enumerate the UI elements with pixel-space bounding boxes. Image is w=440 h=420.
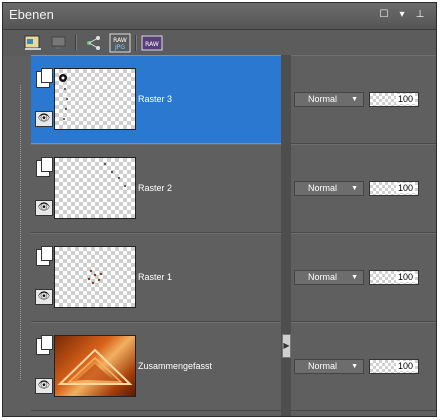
layer-props-raster-3: Normal ▼ 100 bbox=[291, 55, 436, 144]
layer-list: 👁 Raster 3 👁 Raster 2 👁 Raster 1 👁 Zusam… bbox=[3, 55, 436, 416]
svg-text:RAW: RAW bbox=[113, 37, 127, 44]
dropdown-arrow-icon: ▼ bbox=[351, 274, 358, 281]
layer-name: Raster 1 bbox=[138, 272, 173, 282]
raw-icon[interactable]: RAW bbox=[141, 33, 163, 53]
panel-title: Ebenen bbox=[9, 7, 54, 22]
splitter-collapse-arrow-icon[interactable]: ▶ bbox=[282, 334, 291, 358]
layer-props-raster-1: Normal ▼ 100 bbox=[291, 233, 436, 322]
dropdown-arrow-icon: ▼ bbox=[351, 96, 358, 103]
blend-mode-select[interactable]: Normal ▼ bbox=[294, 359, 364, 374]
maximize-icon[interactable]: ☐ bbox=[378, 9, 390, 21]
layer-row-merged[interactable]: 👁 Zusammengefasst bbox=[31, 322, 281, 411]
layer-thumbnail bbox=[54, 68, 136, 130]
layer-thumbnail bbox=[54, 157, 136, 219]
layer-row-raster-2[interactable]: 👁 Raster 2 bbox=[31, 144, 281, 233]
opacity-field[interactable]: 100 bbox=[369, 92, 419, 107]
layer-name: Zusammengefasst bbox=[138, 361, 213, 371]
opacity-field[interactable]: 100 bbox=[369, 359, 419, 374]
blend-mode-value: Normal bbox=[308, 183, 338, 193]
blend-mode-value: Normal bbox=[308, 361, 338, 371]
opacity-value: 100 bbox=[395, 361, 415, 371]
layer-name: Raster 2 bbox=[138, 183, 173, 193]
opacity-value: 100 bbox=[395, 94, 415, 104]
layer-type-icon bbox=[36, 246, 53, 266]
blend-mode-select[interactable]: Normal ▼ bbox=[294, 92, 364, 107]
layer-row-raster-3[interactable]: 👁 Raster 3 bbox=[31, 55, 281, 144]
display-icon[interactable] bbox=[49, 33, 69, 53]
panel-titlebar[interactable]: Ebenen ☐ ▾ ⊥ bbox=[3, 3, 436, 30]
blend-mode-select[interactable]: Normal ▼ bbox=[294, 181, 364, 196]
opacity-field[interactable]: 100 bbox=[369, 270, 419, 285]
visibility-eye-icon[interactable]: 👁 bbox=[35, 378, 53, 394]
layer-type-icon bbox=[36, 335, 53, 355]
visibility-eye-icon[interactable]: 👁 bbox=[35, 200, 53, 216]
raw-jpg-icon[interactable]: RAW JPG bbox=[109, 33, 131, 53]
blend-mode-select[interactable]: Normal ▼ bbox=[294, 270, 364, 285]
dropdown-arrow-icon: ▼ bbox=[351, 185, 358, 192]
layer-props-merged: Normal ▼ 100 bbox=[291, 322, 436, 411]
layer-thumbnail bbox=[54, 246, 136, 308]
layers-toolbar: RAW JPG RAW bbox=[3, 30, 436, 56]
blend-mode-value: Normal bbox=[308, 94, 338, 104]
toolbar-separator bbox=[75, 35, 77, 51]
blend-mode-value: Normal bbox=[308, 272, 338, 282]
visibility-eye-icon[interactable]: 👁 bbox=[35, 289, 53, 305]
toolbar-separator bbox=[135, 35, 137, 51]
layer-thumbnail bbox=[54, 335, 136, 397]
tree-guide-line bbox=[20, 85, 21, 380]
visibility-eye-icon[interactable]: 👁 bbox=[35, 111, 53, 127]
opacity-value: 100 bbox=[395, 183, 415, 193]
opacity-value: 100 bbox=[395, 272, 415, 282]
layer-props-raster-2: Normal ▼ 100 bbox=[291, 144, 436, 233]
layer-type-icon bbox=[36, 68, 53, 88]
link-icon[interactable] bbox=[83, 33, 103, 53]
layer-name: Raster 3 bbox=[138, 94, 173, 104]
dropdown-arrow-icon[interactable]: ▾ bbox=[396, 9, 408, 21]
layers-panel: Ebenen ☐ ▾ ⊥ RAW JPG RAW 👁 Raster 3 👁 Ra… bbox=[2, 2, 437, 417]
svg-text:RAW: RAW bbox=[145, 41, 159, 48]
dropdown-arrow-icon: ▼ bbox=[351, 363, 358, 370]
layer-type-icon bbox=[36, 157, 53, 177]
opacity-field[interactable]: 100 bbox=[369, 181, 419, 196]
pin-icon[interactable]: ⊥ bbox=[414, 9, 426, 21]
layer-row-raster-1[interactable]: 👁 Raster 1 bbox=[31, 233, 281, 322]
panel-splitter[interactable]: ▶ bbox=[281, 55, 291, 416]
layer-palette-icon[interactable] bbox=[23, 33, 43, 53]
svg-text:JPG: JPG bbox=[114, 44, 125, 51]
